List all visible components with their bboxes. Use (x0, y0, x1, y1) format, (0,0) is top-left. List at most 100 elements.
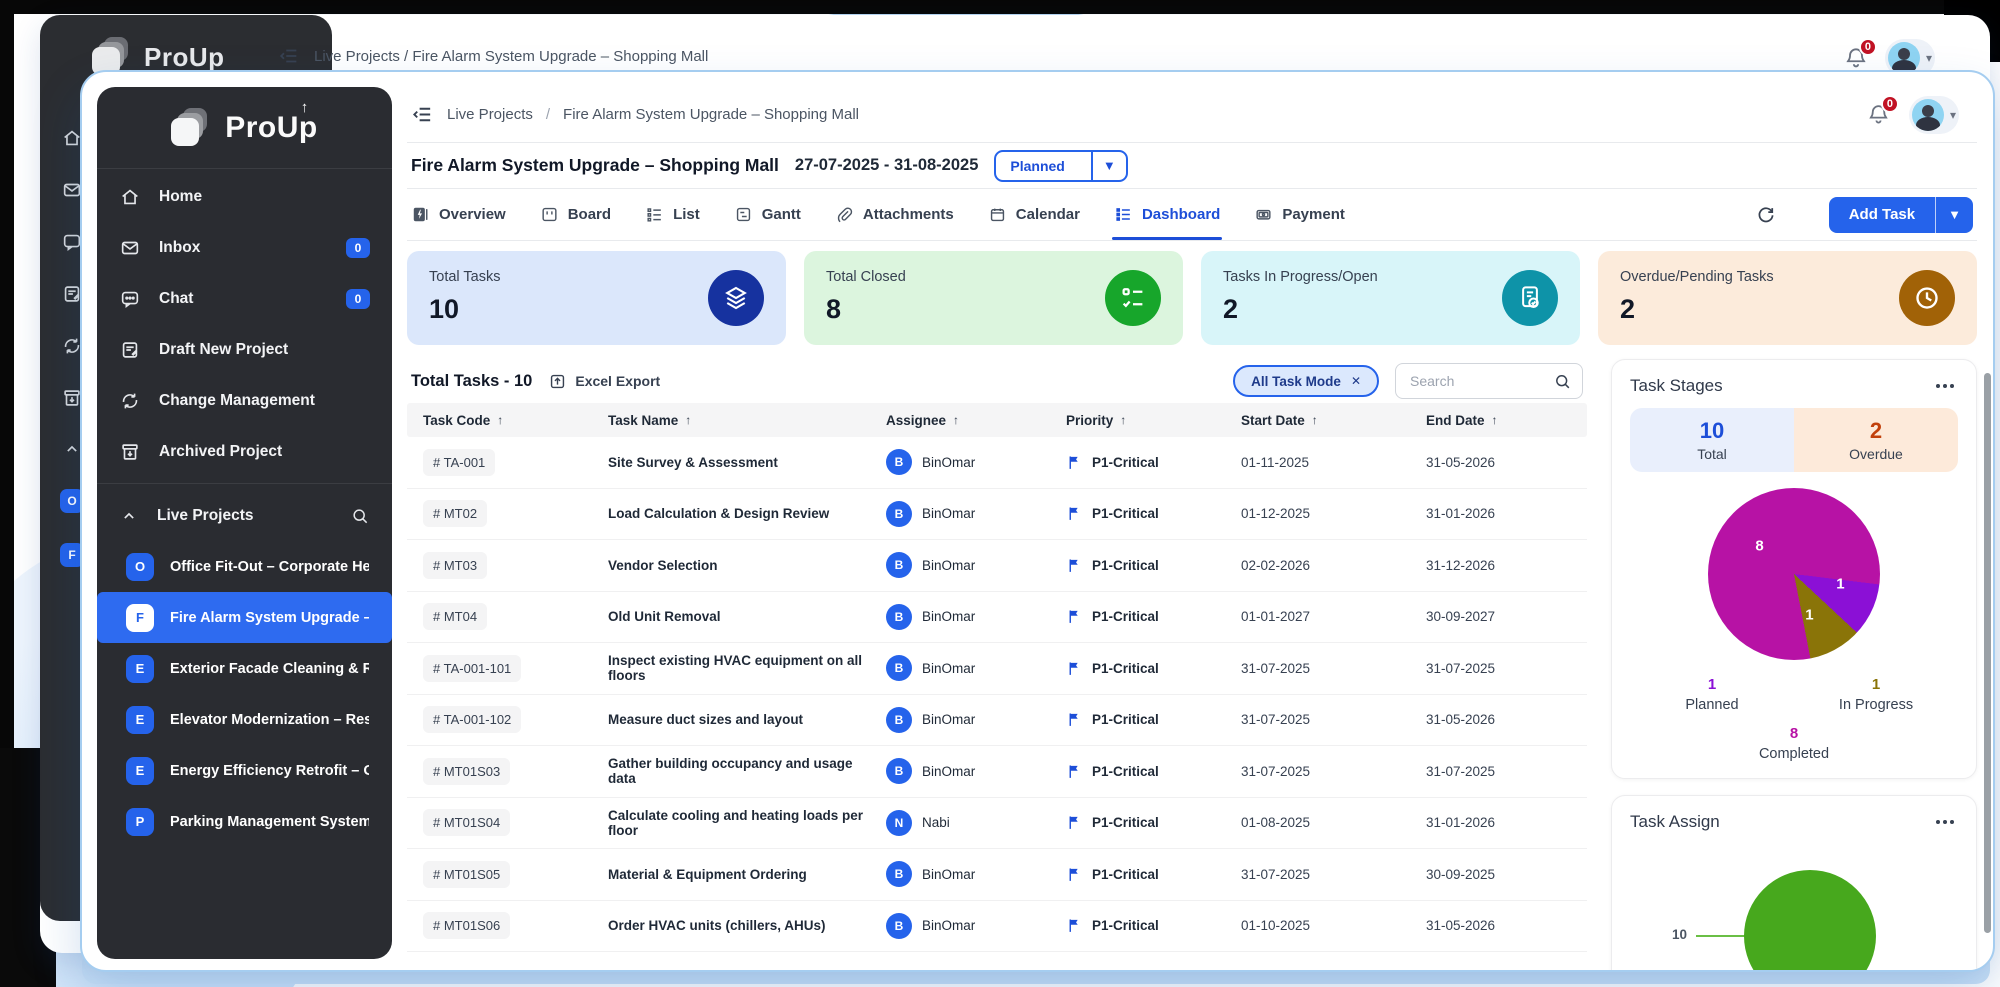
archive-icon (119, 441, 141, 463)
screenshot-stage: { "backdrop": { "behind_breadcrumb": "Li… (0, 0, 2000, 987)
project-label: Office Fit-Out – Corporate Head... (170, 559, 369, 575)
breadcrumb-project[interactable]: Fire Alarm System Upgrade – Shopping Mal… (563, 106, 859, 123)
legend-in-progress: 1 In Progress (1794, 676, 1958, 713)
calendar-icon (988, 205, 1007, 224)
add-task-button[interactable]: Add Task ▼ (1829, 197, 1973, 233)
dashboard-icon (1114, 205, 1133, 224)
sidebar-item-home[interactable]: Home (97, 171, 392, 222)
tab-list[interactable]: List (645, 189, 700, 240)
tab-dashboard[interactable]: Dashboard (1114, 189, 1220, 240)
task-code-chip: # MT01S03 (423, 758, 510, 785)
status-dropdown[interactable]: Planned ▼ (994, 150, 1127, 182)
start-date: 31-07-2025 (1225, 712, 1410, 727)
sort-icon: ↑ (497, 413, 503, 427)
panel-scrollbar[interactable] (1984, 373, 1991, 933)
column-task-name[interactable]: Task Name↑ (592, 413, 870, 428)
table-row[interactable]: # MT02 Load Calculation & Design Review … (407, 489, 1587, 541)
project-label: Parking Management System In... (170, 814, 369, 830)
table-row[interactable]: # MT01S06 Order HVAC units (chillers, AH… (407, 901, 1587, 953)
filter-chip-all-task-mode[interactable]: All Task Mode ✕ (1233, 365, 1379, 397)
tab-board[interactable]: Board (540, 189, 611, 240)
table-row[interactable]: # MT04 Old Unit Removal BBinOmar P1-Crit… (407, 592, 1587, 644)
task-stages-pie-chart[interactable]: 8 1 1 (1708, 488, 1880, 660)
project-initial-badge: O (126, 553, 154, 581)
column-end-date[interactable]: End Date↑ (1410, 413, 1587, 428)
end-date: 31-07-2025 (1410, 764, 1587, 779)
sidebar-section-live-projects[interactable]: Live Projects (97, 490, 392, 541)
tab-calendar[interactable]: Calendar (988, 189, 1080, 240)
paperclip-icon (835, 205, 854, 224)
sidebar-item-inbox[interactable]: Inbox 0 (97, 222, 392, 273)
table-row[interactable]: # TA-001-102 Measure duct sizes and layo… (407, 695, 1587, 747)
close-icon[interactable]: ✕ (1351, 374, 1361, 388)
start-date: 01-08-2025 (1225, 815, 1410, 830)
change-icon (119, 390, 141, 412)
sort-icon: ↑ (953, 413, 959, 427)
notification-badge: 0 (1859, 38, 1877, 56)
table-row[interactable]: # TA-001 Site Survey & Assessment BBinOm… (407, 437, 1587, 489)
sidebar-project-item[interactable]: E Exterior Facade Cleaning & Repa... (104, 643, 385, 694)
search-icon[interactable] (350, 506, 370, 526)
chevron-up-icon[interactable] (119, 506, 139, 526)
tab-gantt[interactable]: Gantt (734, 189, 801, 240)
chevron-up-icon (62, 439, 82, 459)
collapse-sidebar-icon[interactable] (411, 103, 434, 126)
add-task-dropdown-chevron[interactable]: ▼ (1935, 197, 1973, 233)
more-menu-icon[interactable] (1932, 380, 1958, 392)
table-row[interactable]: # MT01S04 Calculate cooling and heating … (407, 798, 1587, 850)
end-date: 31-12-2026 (1410, 558, 1587, 573)
sidebar-item-archived-project[interactable]: Archived Project (97, 426, 392, 477)
sidebar-item-chat[interactable]: Chat 0 (97, 273, 392, 324)
sidebar-project-item[interactable]: E Elevator Modernization – Reside... (104, 694, 385, 745)
priority-label: P1-Critical (1092, 455, 1159, 470)
search-input[interactable] (1408, 372, 1545, 390)
sidebar-project-item[interactable]: P Parking Management System In... (104, 796, 385, 847)
table-header: Task Code↑ Task Name↑ Assignee↑ Priority… (407, 403, 1587, 437)
search-box (1395, 363, 1583, 399)
flag-icon (1066, 608, 1083, 625)
end-date: 30-09-2025 (1410, 867, 1587, 882)
sidebar-project-item[interactable]: O Office Fit-Out – Corporate Head... (104, 541, 385, 592)
tab-payment[interactable]: Payment (1254, 189, 1345, 240)
table-row[interactable]: # TA-001-101 Inspect existing HVAC equip… (407, 643, 1587, 695)
sort-icon: ↑ (1312, 413, 1318, 427)
start-date: 31-07-2025 (1225, 661, 1410, 676)
gantt-icon (734, 205, 753, 224)
assignee-name: BinOmar (922, 712, 975, 727)
tab-attachments[interactable]: Attachments (835, 189, 954, 240)
sidebar-project-item[interactable]: F Fire Alarm System Upgrade – Sh... (97, 592, 392, 643)
excel-export-button[interactable]: Excel Export (548, 372, 660, 391)
column-task-code[interactable]: Task Code↑ (407, 413, 592, 428)
end-date: 31-01-2026 (1410, 506, 1587, 521)
assignee-avatar: B (886, 861, 912, 887)
table-row[interactable]: # MT03 Vendor Selection BBinOmar P1-Crit… (407, 540, 1587, 592)
task-assign-pie-chart[interactable] (1744, 870, 1876, 972)
sidebar-item-draft-new-project[interactable]: Draft New Project (97, 324, 392, 375)
table-row[interactable]: # MT01S05 Material & Equipment Ordering … (407, 849, 1587, 901)
table-body: # TA-001 Site Survey & Assessment BBinOm… (407, 437, 1587, 952)
more-menu-icon[interactable] (1932, 816, 1958, 828)
table-row[interactable]: # MT01S03 Gather building occupancy and … (407, 746, 1587, 798)
column-start-date[interactable]: Start Date↑ (1225, 413, 1410, 428)
column-assignee[interactable]: Assignee↑ (870, 413, 1050, 428)
priority-label: P1-Critical (1092, 609, 1159, 624)
priority-label: P1-Critical (1092, 661, 1159, 676)
assignee-name: Nabi (922, 815, 950, 830)
task-stages-panel: Task Stages 10 Total 2 Overdue (1611, 359, 1977, 779)
proup-logo-icon (171, 108, 211, 148)
sidebar-project-item[interactable]: E Energy Efficiency Retrofit – Offic... (104, 745, 385, 796)
background-breadcrumb: Live Projects / Fire Alarm System Upgrad… (278, 45, 708, 67)
assignee-avatar: N (886, 810, 912, 836)
bell-icon[interactable]: 0 (1866, 102, 1891, 127)
refresh-icon[interactable] (1755, 204, 1777, 226)
avatar[interactable]: ▾ (1909, 96, 1959, 134)
priority-label: P1-Critical (1092, 867, 1159, 882)
tab-overview[interactable]: Overview (411, 189, 506, 240)
column-priority[interactable]: Priority↑ (1050, 413, 1225, 428)
sidebar-item-change-management[interactable]: Change Management (97, 375, 392, 426)
search-icon[interactable] (1553, 372, 1572, 391)
assignee-name: BinOmar (922, 609, 975, 624)
task-code-chip: # MT03 (423, 552, 487, 579)
breadcrumb-live-projects[interactable]: Live Projects (447, 106, 533, 123)
task-code-chip: # MT01S05 (423, 861, 510, 888)
